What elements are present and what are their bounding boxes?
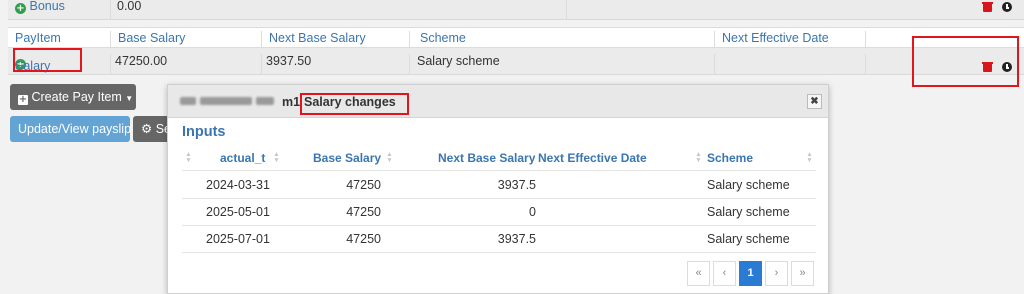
gear-icon: ⚙ <box>141 121 153 136</box>
redacted-name-3 <box>256 97 274 105</box>
bonus-history-button[interactable] <box>1002 1 1012 15</box>
sort-icon[interactable]: ▲ ▼ <box>185 151 192 164</box>
modal-title-prefix: m1 <box>282 95 301 109</box>
modal-row-3-base-salary: 47250 <box>346 232 381 246</box>
pager-first-button[interactable]: « <box>687 261 710 286</box>
modal-row-1-actual-t: 2024-03-31 <box>206 178 270 192</box>
col-base-salary: Base Salary <box>118 31 186 45</box>
col-scheme: Scheme <box>420 31 466 45</box>
bonus-value: 0.00 <box>117 0 142 13</box>
sort-icon[interactable]: ▲ ▼ <box>806 151 813 164</box>
update-view-payslip-label: Update/View payslip <box>18 122 132 136</box>
col-modal-next-base-salary[interactable]: Next Base Salary <box>438 151 535 165</box>
pager-next-button[interactable]: › <box>765 261 788 286</box>
modal-row-1-scheme: Salary scheme <box>707 178 790 192</box>
bonus-row: + Bonus 0.00 <box>8 0 1024 20</box>
redacted-name-2 <box>200 97 252 105</box>
bonus-label: Bonus <box>29 0 65 13</box>
plus-square-icon: + <box>18 94 28 105</box>
redacted-name <box>180 97 196 105</box>
col-modal-base-salary[interactable]: Base Salary <box>313 151 381 165</box>
trash-icon <box>982 2 993 12</box>
salary-base-value: 47250.00 <box>115 54 168 68</box>
modal-row-3-actual-t: 2025-07-01 <box>206 232 270 246</box>
modal-header: m1 Salary changes ✖ <box>168 85 828 118</box>
col-payitem: PayItem <box>15 31 61 45</box>
salary-scheme-value: Salary scheme <box>417 54 500 68</box>
modal-row-3-scheme: Salary scheme <box>707 232 790 246</box>
update-view-payslip-button[interactable]: Update/View payslip <box>10 116 132 142</box>
pager-last-button[interactable]: » <box>791 261 814 286</box>
inputs-section-title: Inputs <box>182 124 226 140</box>
modal-row-2-base-salary: 47250 <box>346 205 381 219</box>
modal-row-2-actual-t: 2025-05-01 <box>206 205 270 219</box>
modal-row-2-next-base-salary: 0 <box>529 205 536 219</box>
highlight-salary-link <box>13 48 82 72</box>
pager-prev-button[interactable]: ‹ <box>713 261 736 286</box>
modal-row-2-scheme: Salary scheme <box>707 205 790 219</box>
bonus-delete-button[interactable] <box>982 1 993 15</box>
sort-icon[interactable]: ▲ ▼ <box>695 151 702 164</box>
create-pay-item-label: Create Pay Item <box>31 90 122 104</box>
col-actual-t[interactable]: actual_t <box>220 151 265 165</box>
col-next-effective-date: Next Effective Date <box>722 31 829 45</box>
caret-down-icon: ▼ <box>125 94 134 103</box>
sort-icon[interactable]: ▲ ▼ <box>273 151 280 164</box>
modal-row-1-base-salary: 47250 <box>346 178 381 192</box>
salary-row: + Salary 47250.00 3937.50 Salary scheme <box>8 48 1024 75</box>
salary-table-header: PayItem Base Salary Next Base Salary Sch… <box>8 27 1024 48</box>
pager-page-1[interactable]: 1 <box>739 261 762 286</box>
clock-icon <box>1002 2 1012 12</box>
bonus-link[interactable]: + Bonus <box>15 0 65 14</box>
highlight-modal-title <box>300 93 409 115</box>
col-next-base-salary: Next Base Salary <box>269 31 366 45</box>
col-modal-scheme[interactable]: Scheme <box>707 151 753 165</box>
create-pay-item-button[interactable]: + Create Pay Item ▼ <box>10 84 136 110</box>
col-modal-next-effective-date[interactable]: Next Effective Date <box>538 151 647 165</box>
close-icon[interactable]: ✖ <box>807 94 822 109</box>
plus-circle-icon: + <box>15 3 26 14</box>
sort-icon[interactable]: ▲ ▼ <box>386 151 393 164</box>
highlight-row-actions <box>912 36 1019 87</box>
salary-next-base-value: 3937.50 <box>266 54 312 68</box>
modal-row-3-next-base-salary: 3937.5 <box>497 232 536 246</box>
salary-changes-modal: m1 Salary changes ✖ Inputs ▲ ▼ actual_t ▲… <box>167 84 829 294</box>
pagination: « ‹ 1 › » <box>687 261 817 286</box>
modal-row-1-next-base-salary: 3937.5 <box>497 178 536 192</box>
